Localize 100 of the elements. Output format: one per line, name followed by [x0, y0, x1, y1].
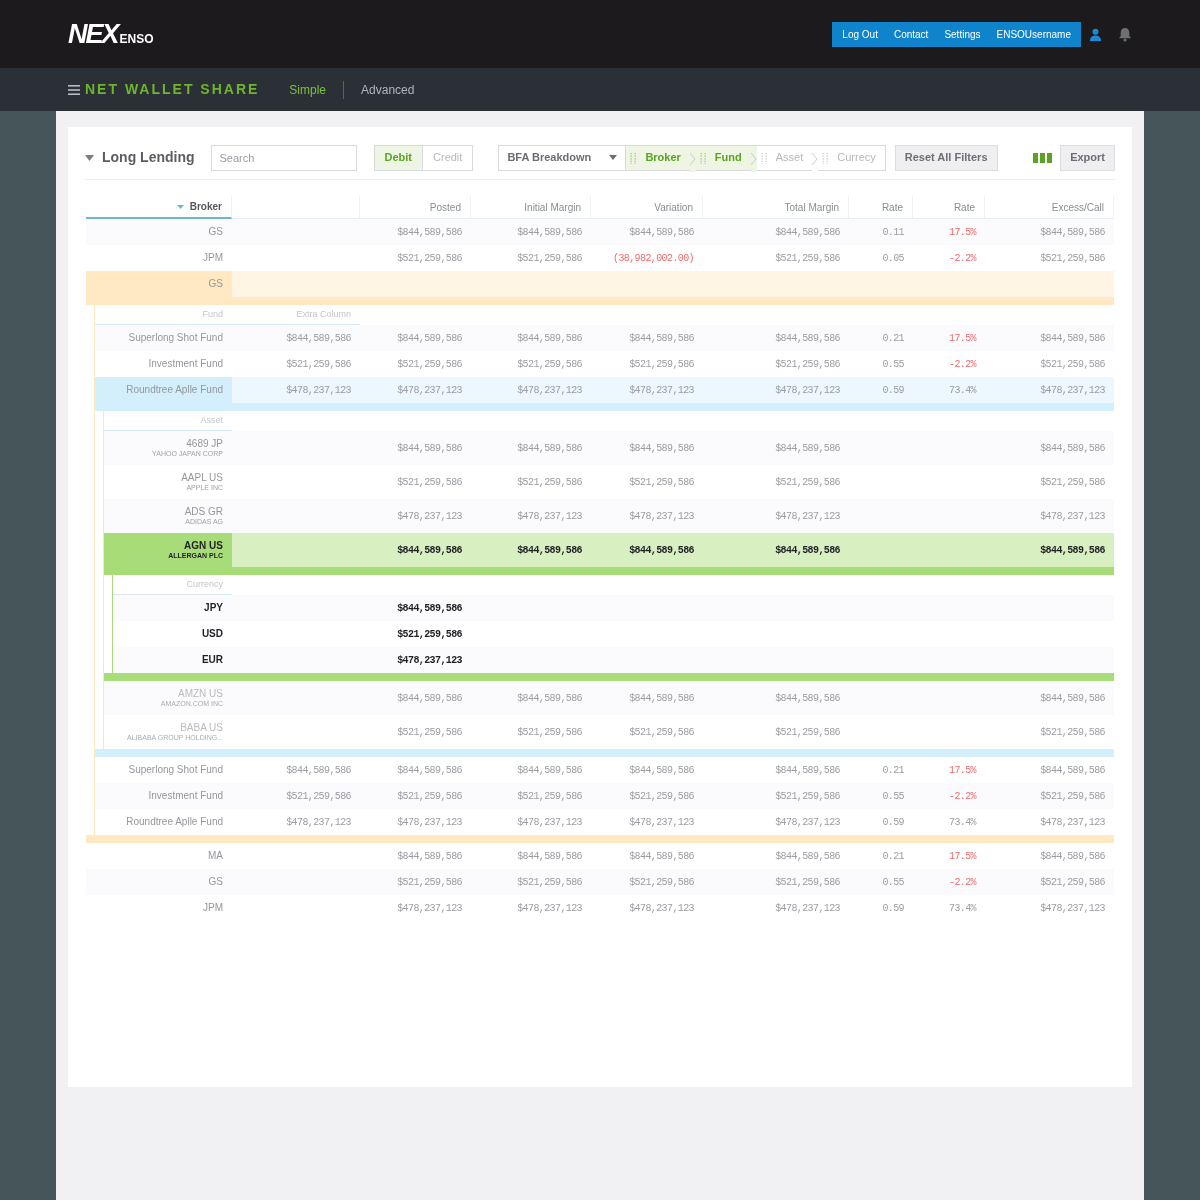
table-cell-text: $478,237,123 — [517, 509, 582, 524]
table-cell-text: $844,589,586 — [629, 763, 694, 778]
table-cell-text: $521,259,586 — [397, 789, 462, 804]
row-label[interactable]: JPM — [203, 903, 223, 913]
table-row[interactable]: Superlong Shot Fund $844,589,586 $844,589,586 $844,589,586 $844,589,586 $844,589,586 0.21 17.5% $844,589,586 — [95, 325, 1114, 351]
row-label[interactable]: BABA US — [180, 723, 223, 733]
row-label[interactable]: MA — [208, 851, 223, 861]
table-cell-text: $521,259,586 — [775, 357, 840, 372]
reset-filters-button[interactable]: Reset All Filters — [894, 144, 998, 171]
logo-text: ENSO — [119, 32, 154, 45]
table-cell-text: $844,589,586 — [517, 691, 582, 706]
table-cell-text: $844,589,586 — [1040, 849, 1105, 864]
table-cell-text: $478,237,123 — [775, 815, 840, 830]
table-cell-text: $521,259,586 — [775, 725, 840, 740]
table-cell-text: $521,259,586 — [397, 357, 462, 372]
table-row[interactable]: JPY $844,589,586 — [113, 595, 1114, 621]
table-row[interactable]: GS $844,589,586 $844,589,586 $844,589,586 $844,589,586 0.11 17.5% $844,589,586 — [86, 219, 1114, 245]
row-label[interactable]: AMZN US — [178, 689, 223, 699]
row-label[interactable]: GS — [208, 227, 223, 237]
bell-icon[interactable] — [1118, 26, 1132, 42]
table-cell-text: $844,589,586 — [517, 225, 582, 240]
breadcrumb-step[interactable]: Fund — [695, 145, 751, 170]
table-cell-text: $844,589,586 — [397, 225, 462, 240]
breakdown-dropdown[interactable]: BFA Breakdown — [498, 144, 627, 171]
table-cell-text: 0.21 — [882, 763, 904, 778]
table-cell-text: $844,589,586 — [517, 849, 582, 864]
table-cell-text: $844,589,586 — [517, 763, 582, 778]
row-label[interactable]: JPM — [203, 253, 223, 263]
export-button[interactable]: Export — [1060, 144, 1115, 171]
table-cell-text: $478,237,123 — [397, 509, 462, 524]
nav-link[interactable]: Contact — [885, 21, 937, 47]
row-label[interactable]: AGN US — [184, 541, 223, 551]
table-cell-text: -2.2% — [949, 789, 976, 804]
row-label[interactable]: Investment Fund — [148, 359, 223, 369]
table-cell-text: $521,259,586 — [775, 789, 840, 804]
table-cell-text: 73.4% — [949, 901, 976, 916]
row-label[interactable]: AAPL US — [181, 473, 223, 483]
row-label[interactable]: GS — [208, 279, 223, 289]
table-row[interactable]: GS $521,259,586 $521,259,586 $521,259,586 $521,259,586 0.55 -2.2% $521,259,586 — [86, 869, 1114, 895]
breadcrumb-step[interactable]: Broker — [626, 145, 690, 170]
table-cell-text: $521,259,586 — [1040, 875, 1105, 890]
table-cell-text: $844,589,586 — [1040, 543, 1105, 558]
menu-icon[interactable] — [68, 84, 80, 95]
mode-toggle[interactable]: Debit — [374, 145, 423, 170]
grip-icon — [699, 151, 707, 164]
user-icon[interactable] — [1089, 27, 1102, 41]
nav-tab[interactable]: Simple — [289, 80, 327, 99]
table-cell-text: $521,259,586 — [629, 789, 694, 804]
table-cell-text: $844,589,586 — [397, 691, 462, 706]
table-cell-text: $521,259,586 — [1040, 357, 1105, 372]
table-cell-text: 17.5% — [949, 849, 976, 864]
table-cell-text: $844,589,586 — [397, 331, 462, 346]
collapse-caret-icon[interactable] — [85, 154, 94, 161]
table-cell-text: $844,589,586 — [775, 763, 840, 778]
search-field[interactable]: Search — [210, 144, 357, 171]
table-cell-text: 0.55 — [882, 875, 904, 890]
nav-link[interactable]: Settings — [936, 21, 989, 47]
table-cell-text: (38,982,002.00) — [613, 251, 694, 266]
table-cell-text: $478,237,123 — [629, 901, 694, 916]
row-label[interactable]: 4689 JP — [186, 439, 223, 449]
table-cell-text: $478,237,123 — [775, 901, 840, 916]
row-label[interactable]: Roundtree Aplle Fund — [126, 385, 223, 395]
table-row[interactable]: Investment Fund $521,259,586 $521,259,586 $521,259,586 $521,259,586 $521,259,586 0.55 -2.2% $521,259,586 — [95, 783, 1114, 809]
row-label[interactable]: USD — [201, 629, 223, 639]
row-label[interactable]: Investment Fund — [148, 791, 223, 801]
table-cell-text: $844,589,586 — [1040, 331, 1105, 346]
table-cell-text: $844,589,586 — [775, 849, 840, 864]
dropdown-caret-icon — [609, 155, 618, 160]
table-cell-text: 73.4% — [949, 815, 976, 830]
table-cell-text: $521,259,586 — [1040, 475, 1105, 490]
table-cell-text: $844,589,586 — [286, 331, 351, 346]
table-cell-text: $478,237,123 — [397, 901, 462, 916]
table-cell-text: $844,589,586 — [1040, 225, 1105, 240]
row-label[interactable]: EUR — [201, 655, 223, 665]
table-cell-text: $844,589,586 — [397, 543, 462, 558]
table-cell-text: $521,259,586 — [629, 875, 694, 890]
table-cell-text: $844,589,586 — [775, 225, 840, 240]
row-label[interactable]: JPY — [204, 603, 223, 613]
table-cell-text: $478,237,123 — [286, 383, 351, 398]
table-cell-text: $844,589,586 — [629, 543, 694, 558]
table-cell-text: $844,589,586 — [1040, 441, 1105, 456]
table-cell-text: $521,259,586 — [517, 725, 582, 740]
table-cell-text: -2.2% — [949, 357, 976, 372]
expanded-table-row[interactable]: GS — [86, 271, 1114, 297]
row-label[interactable]: Superlong Shot Fund — [128, 765, 223, 775]
table-cell-text: $521,259,586 — [286, 789, 351, 804]
nav-link[interactable]: ENSOUsername — [988, 21, 1079, 47]
row-label[interactable]: Roundtree Aplle Fund — [126, 817, 223, 827]
nav-tab[interactable]: Advanced — [343, 80, 415, 99]
table-cell-text: $521,259,586 — [517, 251, 582, 266]
expanded-table-row[interactable]: Roundtree Aplle Fund $478,237,123 $478,237,123 $478,237,123 $478,237,123 $478,237,123 0.59 73.4% $478,237,123 — [95, 377, 1114, 403]
table-row[interactable]: EUR $478,237,123 — [113, 647, 1114, 673]
column-bars-icon[interactable] — [1033, 152, 1053, 163]
table-cell-text: $478,237,123 — [775, 509, 840, 524]
row-label[interactable]: Superlong Shot Fund — [128, 333, 223, 343]
table-cell-text: $844,589,586 — [286, 763, 351, 778]
nav-link[interactable]: Log Out — [834, 21, 886, 47]
table-cell-text: $844,589,586 — [397, 849, 462, 864]
row-label[interactable]: ADS GR — [184, 507, 223, 517]
row-label[interactable]: GS — [208, 877, 223, 887]
